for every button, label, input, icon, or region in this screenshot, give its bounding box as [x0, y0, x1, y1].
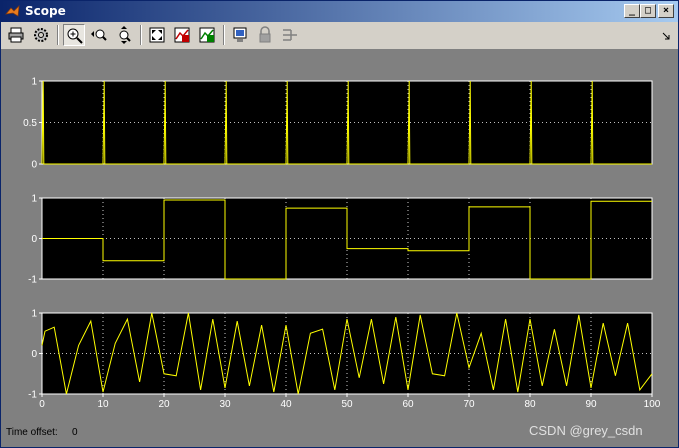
zoom-y-button[interactable]: [113, 24, 135, 46]
maximize-button[interactable]: □: [640, 4, 656, 18]
zoom-x-button[interactable]: [88, 24, 110, 46]
x-tick-label: 70: [463, 399, 475, 410]
printer-icon: [8, 27, 24, 43]
x-tick-label: 10: [97, 399, 109, 410]
time-offset-value: 0: [72, 427, 78, 438]
zoom-y-axis-icon: [119, 26, 131, 44]
x-tick-label: 80: [524, 399, 536, 410]
x-tick-label: 50: [341, 399, 353, 410]
time-offset-label: Time offset:: [6, 427, 58, 438]
restore-axes-settings-icon: [199, 27, 215, 43]
autoscale-icon: [149, 27, 165, 43]
y-tick-label: 1: [31, 77, 37, 88]
x-tick-label: 40: [280, 399, 292, 410]
y-tick-label: 0: [31, 234, 37, 245]
autoscale-button[interactable]: [146, 24, 168, 46]
scope-window: Scope _ □ × 0 0.5 1 -1 0 1 -1 0 1 0 10 2…: [0, 0, 679, 448]
y-tick-label: -1: [28, 390, 37, 401]
y-tick-label: -1: [28, 275, 37, 286]
lock-icon: [259, 26, 271, 43]
y-tick-label: 1: [31, 309, 37, 320]
zoom-button[interactable]: [63, 24, 85, 46]
save-axes-settings-icon: [174, 27, 190, 43]
minimize-button[interactable]: _: [624, 4, 640, 18]
title-bar[interactable]: Scope _ □ ×: [1, 1, 678, 22]
x-tick-label: 100: [644, 399, 661, 410]
zoom-x-axis-icon: [91, 29, 107, 41]
toolbar: [1, 22, 678, 50]
scope-plots[interactable]: 00.51-101-1010 10 20 30 40 50 60 70 80 90 100: [1, 50, 678, 427]
y-tick-label: 0: [31, 349, 37, 360]
gear-icon: [34, 28, 48, 42]
lock-axes-button[interactable]: [254, 24, 276, 46]
x-tick-label: 60: [402, 399, 414, 410]
signal-selector-button[interactable]: [279, 24, 301, 46]
floating-scope-button[interactable]: [229, 24, 251, 46]
zoom-in-icon: [67, 28, 83, 44]
signal-selector-icon: [283, 29, 297, 41]
parameters-button[interactable]: [30, 24, 52, 46]
y-tick-label: 1: [31, 194, 37, 205]
floating-scope-icon: [233, 27, 247, 42]
y-tick-label: 0.5: [23, 118, 37, 129]
x-tick-label: 20: [158, 399, 170, 410]
x-tick-label: 90: [585, 399, 597, 410]
toolbar-overflow-icon[interactable]: [661, 31, 671, 41]
x-tick-label: 30: [219, 399, 231, 410]
print-button[interactable]: [5, 24, 27, 46]
matlab-logo-icon: [5, 5, 20, 17]
window-title: Scope: [25, 4, 66, 18]
restore-axes-button[interactable]: [196, 24, 218, 46]
y-tick-label: 0: [31, 160, 37, 171]
close-button[interactable]: ×: [658, 4, 674, 18]
x-tick-label: 0: [39, 399, 45, 410]
watermark: CSDN @grey_csdn: [529, 423, 643, 438]
save-axes-button[interactable]: [171, 24, 193, 46]
